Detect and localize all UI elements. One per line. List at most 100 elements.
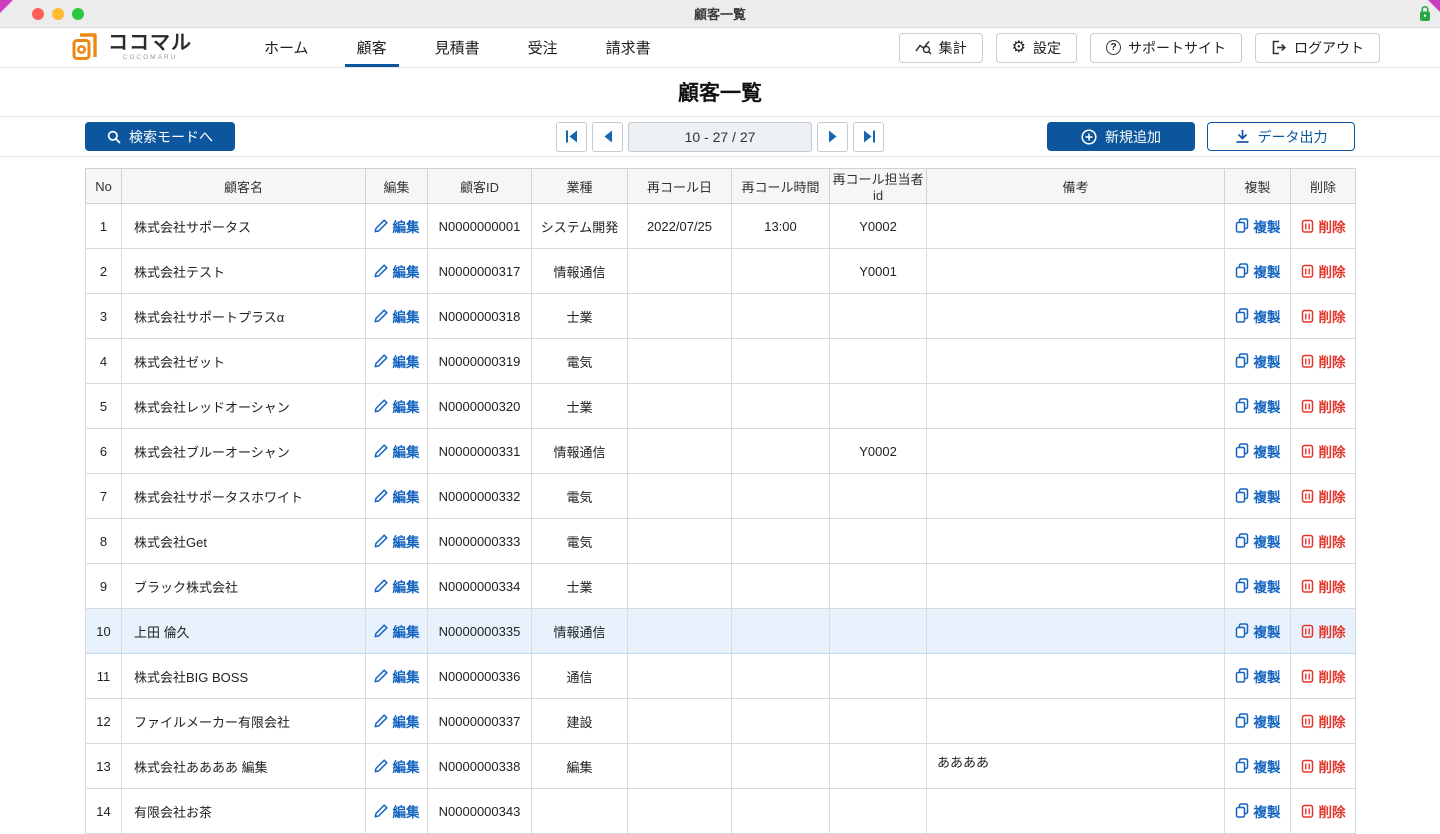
row-number: 9: [85, 563, 122, 609]
edit-button[interactable]: 編集: [374, 531, 420, 551]
edit-button[interactable]: 編集: [374, 486, 420, 506]
delete-button[interactable]: 削除: [1301, 621, 1346, 641]
delete-button[interactable]: 削除: [1301, 306, 1346, 326]
note: ああああ: [926, 743, 1225, 789]
delete-button[interactable]: 削除: [1301, 666, 1346, 686]
customer-table: No 顧客名 編集 顧客ID 業種 再コール日 再コール時間 再コール担当者id…: [85, 168, 1356, 834]
table-row[interactable]: 8 株式会社Get 編集 N0000000333 電気 複製 削除: [85, 518, 1356, 564]
pencil-icon: [374, 264, 388, 278]
table-row[interactable]: 13 株式会社ああああ 編集 編集 N0000000338 編集 ああああ 複製 削除: [85, 743, 1356, 789]
pencil-icon: [374, 399, 388, 413]
delete-cell: 削除: [1290, 293, 1356, 339]
logout-button[interactable]: ログアウト: [1255, 32, 1380, 63]
recall-date: [627, 248, 732, 294]
duplicate-button[interactable]: 複製: [1235, 801, 1281, 821]
edit-button[interactable]: 編集: [374, 576, 420, 596]
edit-button[interactable]: 編集: [374, 396, 420, 416]
aggregate-button[interactable]: 集計: [898, 32, 983, 63]
duplicate-button[interactable]: 複製: [1235, 711, 1281, 731]
copy-cell: 複製: [1224, 788, 1291, 834]
table-row[interactable]: 4 株式会社ゼット 編集 N0000000319 電気 複製 削除: [85, 338, 1356, 384]
tab-orders[interactable]: 受注: [504, 28, 582, 67]
table-row[interactable]: 14 有限会社お茶 編集 N0000000343 複製 削除: [85, 788, 1356, 834]
toolbar: 検索モードへ 10 - 27 / 27 新規追加 データ出力: [0, 117, 1440, 157]
duplicate-button[interactable]: 複製: [1235, 486, 1281, 506]
search-mode-button[interactable]: 検索モードへ: [85, 122, 235, 151]
table-row[interactable]: 7 株式会社サポータスホワイト 編集 N0000000332 電気 複製 削除: [85, 473, 1356, 519]
edit-button[interactable]: 編集: [374, 351, 420, 371]
duplicate-button[interactable]: 複製: [1235, 351, 1281, 371]
duplicate-button[interactable]: 複製: [1235, 306, 1281, 326]
edit-button[interactable]: 編集: [374, 261, 420, 281]
edit-button[interactable]: 編集: [374, 621, 420, 641]
delete-button[interactable]: 削除: [1301, 756, 1346, 776]
table-row[interactable]: 5 株式会社レッドオーシャン 編集 N0000000320 士業 複製 削除: [85, 383, 1356, 429]
delete-button[interactable]: 削除: [1301, 801, 1346, 821]
edit-button[interactable]: 編集: [374, 801, 420, 821]
tab-quotes[interactable]: 見積書: [411, 28, 504, 67]
prev-page-icon: [604, 130, 612, 143]
duplicate-button[interactable]: 複製: [1235, 576, 1281, 596]
table-row[interactable]: 3 株式会社サポートプラスα 編集 N0000000318 士業 複製 削除: [85, 293, 1356, 339]
prev-page-button[interactable]: [592, 121, 623, 152]
delete-button[interactable]: 削除: [1301, 711, 1346, 731]
copy-icon: [1235, 398, 1248, 413]
col-header-no: No: [85, 168, 122, 204]
tab-invoices[interactable]: 請求書: [582, 28, 675, 67]
duplicate-button[interactable]: 複製: [1235, 441, 1281, 461]
delete-button[interactable]: 削除: [1301, 216, 1346, 236]
delete-button[interactable]: 削除: [1301, 486, 1346, 506]
edit-button[interactable]: 編集: [374, 711, 420, 731]
edit-button[interactable]: 編集: [374, 666, 420, 686]
tab-home[interactable]: ホーム: [240, 28, 333, 67]
delete-button[interactable]: 削除: [1301, 576, 1346, 596]
first-page-button[interactable]: [556, 121, 587, 152]
table-row[interactable]: 2 株式会社テスト 編集 N0000000317 情報通信 Y0001 複製 削除: [85, 248, 1356, 294]
delete-button[interactable]: 削除: [1301, 441, 1346, 461]
recall-time: [731, 518, 830, 564]
delete-button[interactable]: 削除: [1301, 396, 1346, 416]
minimize-window-button[interactable]: [52, 7, 64, 20]
duplicate-button[interactable]: 複製: [1235, 396, 1281, 416]
delete-cell: 削除: [1290, 698, 1356, 744]
industry: 情報通信: [531, 428, 628, 474]
pencil-icon: [374, 759, 388, 773]
row-number: 2: [85, 248, 122, 294]
tab-customers[interactable]: 顧客: [333, 28, 411, 67]
edit-button[interactable]: 編集: [374, 306, 420, 326]
settings-button[interactable]: ⚙ 設定: [995, 32, 1077, 63]
duplicate-button[interactable]: 複製: [1235, 261, 1281, 281]
maximize-window-button[interactable]: [72, 7, 84, 20]
table-row[interactable]: 11 株式会社BIG BOSS 編集 N0000000336 通信 複製 削除: [85, 653, 1356, 699]
delete-button[interactable]: 削除: [1301, 531, 1346, 551]
table-row[interactable]: 1 株式会社サポータス 編集 N0000000001 システム開発 2022/07/25 1…: [85, 203, 1356, 249]
edit-button[interactable]: 編集: [374, 441, 420, 461]
recall-time: [731, 743, 830, 789]
close-window-button[interactable]: [32, 7, 44, 20]
brand-logo[interactable]: ココマル COCOMARU: [72, 28, 192, 67]
next-page-button[interactable]: [817, 121, 848, 152]
duplicate-button[interactable]: 複製: [1235, 621, 1281, 641]
edit-button[interactable]: 編集: [374, 756, 420, 776]
table-row[interactable]: 6 株式会社ブルーオーシャン 編集 N0000000331 情報通信 Y0002 複製 削除: [85, 428, 1356, 474]
delete-button[interactable]: 削除: [1301, 351, 1346, 371]
recall-person-id: [829, 653, 927, 699]
duplicate-button[interactable]: 複製: [1235, 531, 1281, 551]
duplicate-button[interactable]: 複製: [1235, 666, 1281, 686]
add-new-button[interactable]: 新規追加: [1047, 122, 1195, 151]
table-row[interactable]: 10 上田 倫久 編集 N0000000335 情報通信 複製 削除: [85, 608, 1356, 654]
table-row[interactable]: 9 ブラック株式会社 編集 N0000000334 士業 複製 削除: [85, 563, 1356, 609]
duplicate-button[interactable]: 複製: [1235, 756, 1281, 776]
duplicate-button[interactable]: 複製: [1235, 216, 1281, 236]
copy-icon: [1235, 713, 1248, 728]
industry: 電気: [531, 338, 628, 384]
support-site-button[interactable]: ? サポートサイト: [1090, 32, 1242, 63]
last-page-button[interactable]: [853, 121, 884, 152]
row-number: 13: [85, 743, 122, 789]
table-row[interactable]: 12 ファイルメーカー有限会社 編集 N0000000337 建設 複製 削除: [85, 698, 1356, 744]
note: [926, 608, 1225, 654]
edit-button[interactable]: 編集: [374, 216, 420, 236]
row-number: 1: [85, 203, 122, 249]
data-export-button[interactable]: データ出力: [1207, 122, 1355, 151]
delete-button[interactable]: 削除: [1301, 261, 1346, 281]
